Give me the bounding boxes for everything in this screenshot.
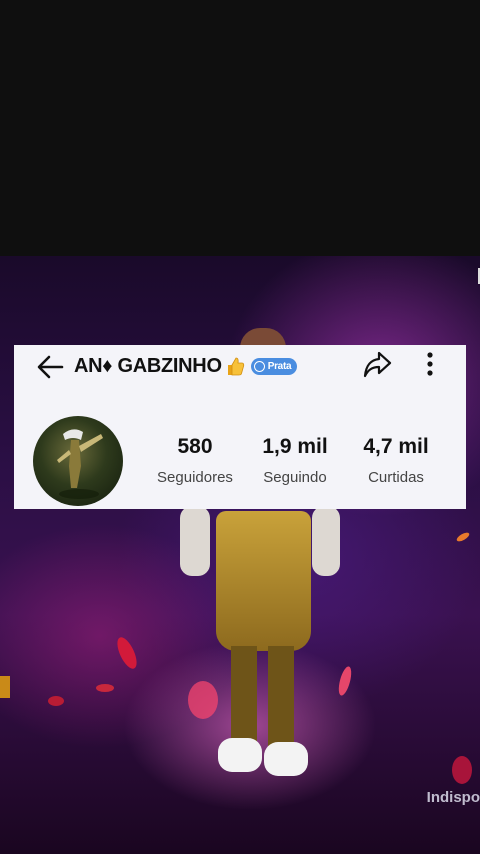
followers-stat[interactable]: 580 Seguidores (150, 435, 240, 486)
thumbs-up-emoji (225, 355, 245, 377)
share-icon (363, 351, 392, 378)
ember (455, 530, 471, 544)
avatar[interactable] (33, 416, 123, 506)
watermark-text: Indispo (426, 789, 480, 806)
more-options-button[interactable] (418, 348, 442, 380)
arrow-left-icon (37, 355, 64, 379)
likes-label: Curtidas (368, 469, 424, 486)
following-count: 1,9 mil (262, 435, 328, 458)
share-button[interactable] (360, 347, 394, 381)
rank-badge-label: Prata (267, 360, 292, 372)
side-ui-mark (0, 676, 10, 698)
username-row: AN♦ GABZINHO Prata (74, 350, 298, 382)
followers-count: 580 (177, 435, 213, 458)
ember (96, 684, 114, 692)
rank-badge: Prata (250, 357, 298, 375)
following-label: Seguindo (263, 469, 327, 486)
ember (452, 756, 472, 784)
character-figure (176, 506, 346, 796)
ember (48, 696, 64, 706)
ember (113, 634, 141, 672)
following-stat[interactable]: 1,9 mil Seguindo (250, 435, 340, 486)
username: AN♦ GABZINHO (74, 354, 222, 377)
likes-stat[interactable]: 4,7 mil Curtidas (351, 435, 441, 486)
top-black-area (0, 0, 480, 256)
profile-card: AN♦ GABZINHO Prata 580 Seguidores 1,9 mi… (14, 345, 466, 509)
more-vertical-icon (427, 352, 433, 376)
likes-count: 4,7 mil (363, 435, 429, 458)
followers-label: Seguidores (157, 469, 233, 486)
badge-icon (253, 360, 265, 372)
back-button[interactable] (34, 351, 66, 383)
